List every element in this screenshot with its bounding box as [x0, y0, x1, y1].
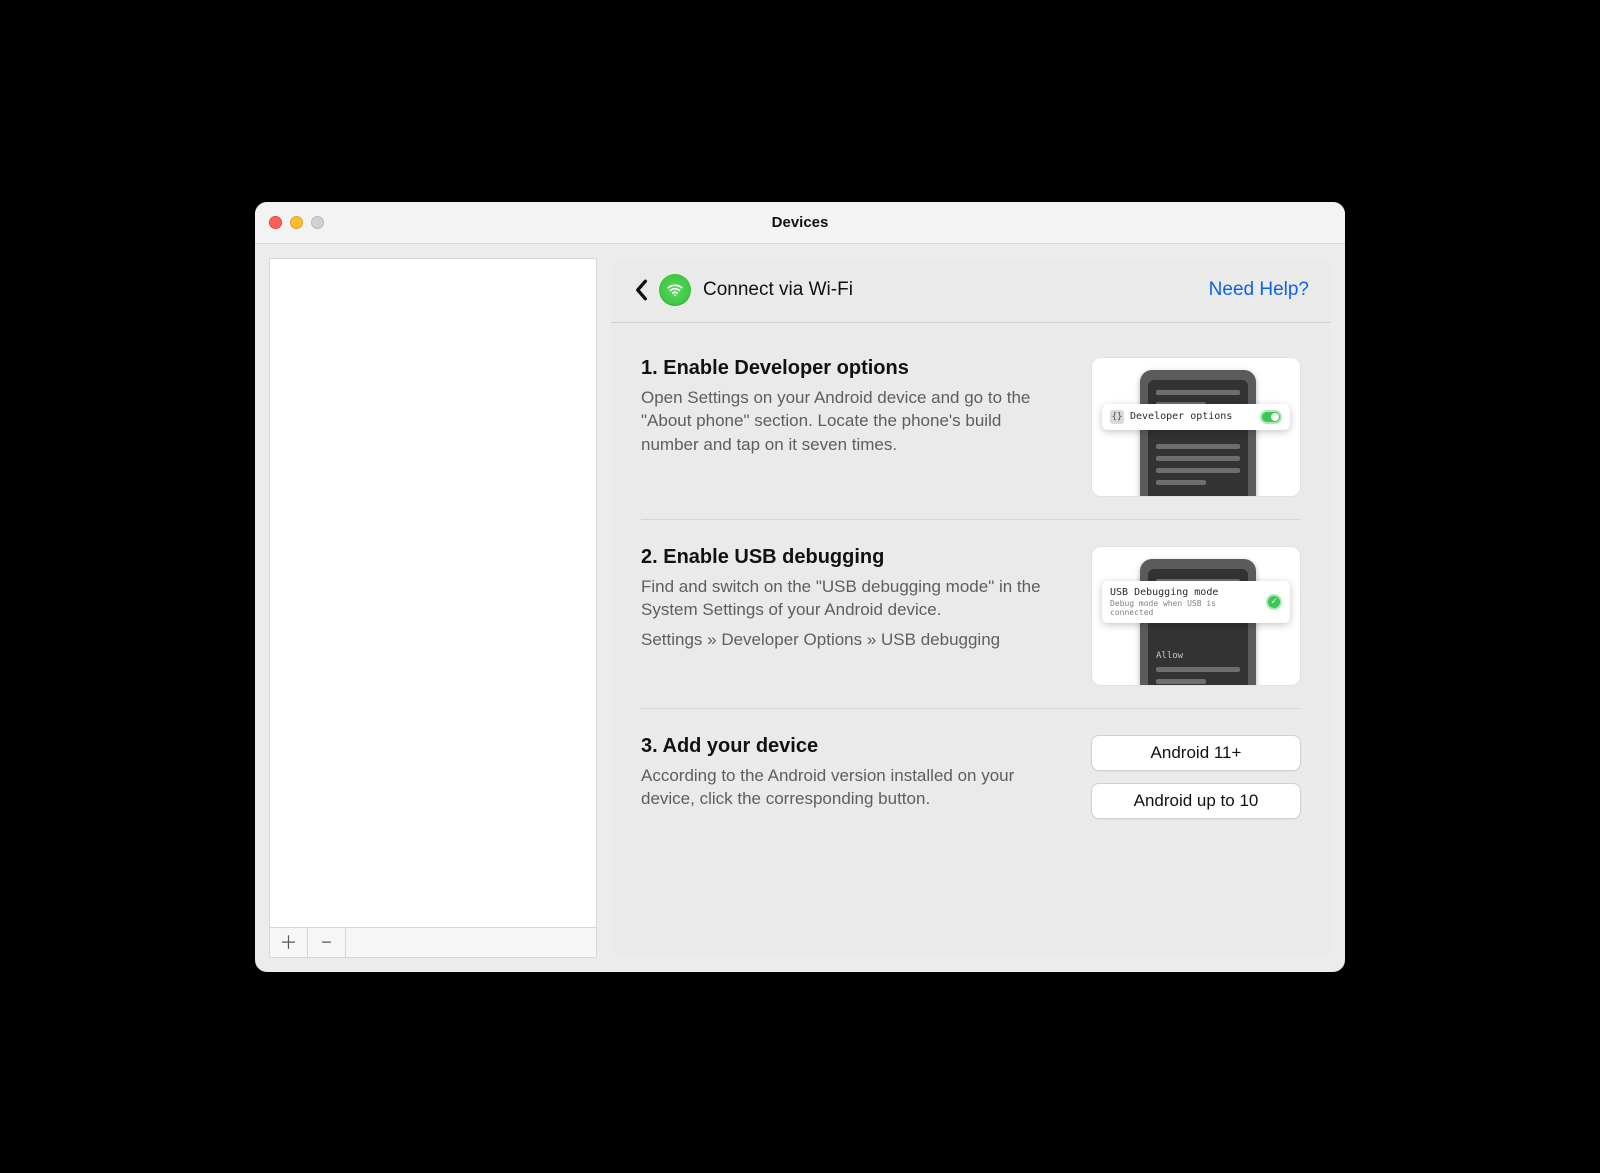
titlebar: Devices	[255, 202, 1345, 244]
step-1-title: 1. Enable Developer options	[641, 357, 1063, 380]
devices-window: Devices ＋ −	[255, 202, 1345, 972]
android-11-plus-button[interactable]: Android 11+	[1091, 735, 1301, 771]
wifi-icon	[659, 274, 691, 306]
back-button[interactable]	[627, 276, 655, 304]
minus-icon: −	[321, 932, 332, 953]
minimize-icon[interactable]	[290, 216, 303, 229]
window-body: ＋ − Connect via Wi-Fi Need Help	[255, 244, 1345, 972]
overlay-title-text: USB Debugging mode	[1110, 587, 1218, 598]
step-3-text: 3. Add your device According to the Andr…	[641, 735, 1063, 812]
overlay-label: USB Debugging mode Debug mode when USB i…	[1110, 587, 1260, 617]
overlay-label: Developer options	[1130, 411, 1254, 422]
step-1: 1. Enable Developer options Open Setting…	[611, 331, 1331, 519]
close-icon[interactable]	[269, 216, 282, 229]
step-2-path: Settings » Developer Options » USB debug…	[641, 630, 1063, 650]
step-1-text: 1. Enable Developer options Open Setting…	[641, 357, 1063, 457]
zoom-icon[interactable]	[311, 216, 324, 229]
step-1-desc: Open Settings on your Android device and…	[641, 386, 1063, 457]
step-2-illustration: Allow USB Debugging mode Debug mode when…	[1091, 546, 1301, 686]
step-3-desc: According to the Android version install…	[641, 764, 1063, 812]
check-icon: ✓	[1266, 594, 1282, 610]
braces-icon: {}	[1110, 410, 1124, 424]
window-title: Devices	[255, 214, 1345, 231]
device-sidebar: ＋ −	[269, 258, 597, 958]
plus-icon: ＋	[280, 929, 298, 955]
panel-title: Connect via Wi-Fi	[703, 279, 853, 301]
dev-options-overlay: {} Developer options	[1102, 404, 1290, 430]
step-2: 2. Enable USB debugging Find and switch …	[641, 519, 1301, 708]
traffic-lights	[269, 202, 324, 243]
step-2-title: 2. Enable USB debugging	[641, 546, 1063, 569]
device-list	[270, 259, 596, 927]
toggle-on-icon	[1260, 410, 1282, 424]
step-3: 3. Add your device According to the Andr…	[641, 708, 1301, 841]
help-link[interactable]: Need Help?	[1209, 279, 1309, 301]
main-panel: Connect via Wi-Fi Need Help? 1. Enable D…	[611, 258, 1331, 958]
phone-illustration	[1140, 370, 1256, 497]
step-2-desc: Find and switch on the "USB debugging mo…	[641, 575, 1063, 623]
remove-device-button[interactable]: −	[308, 928, 346, 957]
panel-header: Connect via Wi-Fi Need Help?	[611, 258, 1331, 323]
allow-label: Allow	[1156, 651, 1240, 661]
chevron-left-icon	[634, 279, 648, 301]
android-up-to-10-button[interactable]: Android up to 10	[1091, 783, 1301, 819]
step-1-illustration: {} Developer options	[1091, 357, 1301, 497]
sidebar-footer-spacer	[346, 928, 596, 957]
step-2-text: 2. Enable USB debugging Find and switch …	[641, 546, 1063, 651]
overlay-sub-text: Debug mode when USB is connected	[1110, 599, 1260, 617]
sidebar-footer: ＋ −	[270, 927, 596, 957]
steps-container: 1. Enable Developer options Open Setting…	[611, 323, 1331, 958]
usb-debug-overlay: USB Debugging mode Debug mode when USB i…	[1102, 581, 1290, 623]
step-3-title: 3. Add your device	[641, 735, 1063, 758]
add-device-button[interactable]: ＋	[270, 928, 308, 957]
android-version-buttons: Android 11+ Android up to 10	[1091, 735, 1301, 819]
